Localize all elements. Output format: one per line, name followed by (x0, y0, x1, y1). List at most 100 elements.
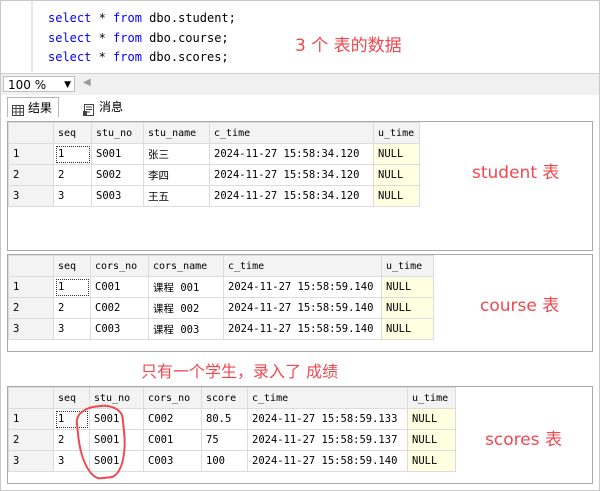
table-cell[interactable]: 75 (201, 429, 248, 451)
table-cell[interactable]: 课程 002 (148, 297, 224, 319)
message-icon (83, 102, 95, 116)
table-cell[interactable]: 王五 (143, 185, 210, 207)
table-cell[interactable]: 课程 003 (148, 318, 224, 340)
header-cell[interactable]: cors_no (90, 255, 149, 277)
table-cell[interactable]: 1 (53, 143, 92, 165)
header-cell[interactable]: seq (53, 387, 90, 409)
header-cell[interactable]: c_time (247, 387, 408, 409)
code-line-1[interactable]: select * from dbo.student; (48, 9, 236, 27)
sql-editor[interactable]: select * from dbo.student; select * from… (1, 1, 599, 72)
header-row: seq stu_no stu_name c_time u_time (8, 122, 420, 144)
header-cell[interactable]: cors_name (148, 255, 224, 277)
tab-results-label: 结果 (28, 100, 53, 115)
editor-gutter (31, 1, 33, 72)
table-row[interactable]: 2 2 C002 课程 002 2024-11-27 15:58:59.140 … (8, 297, 434, 319)
table-row[interactable]: 1 1 S001 张三 2024-11-27 15:58:34.120 NULL (8, 143, 420, 165)
header-cell[interactable] (8, 255, 54, 277)
header-cell[interactable]: score (201, 387, 248, 409)
header-cell[interactable]: u_time (407, 387, 456, 409)
tab-results[interactable]: 结果 (7, 97, 60, 117)
table-cell[interactable]: 3 (53, 185, 92, 207)
table-cell[interactable]: NULL (373, 185, 420, 207)
table-cell[interactable]: 李四 (143, 164, 210, 186)
keyword-select: select (48, 11, 92, 25)
table-row[interactable]: 3 3 C003 课程 003 2024-11-27 15:58:59.140 … (8, 318, 434, 340)
table-row[interactable]: 2 2 S002 李四 2024-11-27 15:58:34.120 NULL (8, 164, 420, 186)
course-grid[interactable]: seq cors_no cors_name c_time u_time 1 1 … (7, 254, 593, 352)
table-cell[interactable]: NULL (381, 318, 434, 340)
table-row[interactable]: 3 3 S003 王五 2024-11-27 15:58:34.120 NULL (8, 185, 420, 207)
table-cell[interactable]: 张三 (143, 143, 210, 165)
header-cell[interactable]: c_time (209, 122, 374, 144)
table-cell[interactable]: C002 (90, 297, 149, 319)
table-cell[interactable]: S001 (91, 143, 144, 165)
table-cell[interactable]: 100 (201, 450, 248, 472)
header-cell[interactable]: c_time (223, 255, 382, 277)
header-cell[interactable]: stu_name (143, 122, 210, 144)
table-cell[interactable]: 2024-11-27 15:58:59.137 (247, 429, 408, 451)
row-number[interactable]: 1 (8, 408, 54, 430)
header-cell[interactable] (8, 387, 54, 409)
table-cell[interactable]: C001 (90, 276, 149, 298)
code-text: * (91, 50, 114, 64)
annotation-student-table: student 表 (472, 163, 560, 183)
row-number[interactable]: 1 (8, 276, 54, 298)
table-cell[interactable]: C003 (90, 318, 149, 340)
table-cell[interactable]: 2 (53, 164, 92, 186)
header-cell[interactable]: u_time (381, 255, 434, 277)
table-row[interactable]: 3 3 S001 C003 100 2024-11-27 15:58:59.14… (8, 450, 456, 472)
header-cell[interactable]: seq (53, 122, 92, 144)
course-table: seq cors_no cors_name c_time u_time 1 1 … (8, 255, 434, 340)
table-cell[interactable]: 2024-11-27 15:58:59.140 (247, 450, 408, 472)
tab-messages[interactable]: 消息 (79, 97, 129, 117)
table-cell[interactable]: 3 (53, 318, 91, 340)
code-line-2[interactable]: select * from dbo.course; (48, 29, 229, 47)
table-cell[interactable]: 1 (53, 276, 91, 298)
header-cell[interactable]: seq (53, 255, 91, 277)
table-cell[interactable]: NULL (407, 408, 456, 430)
row-number[interactable]: 2 (8, 164, 54, 186)
table-cell[interactable]: NULL (381, 297, 434, 319)
row-number[interactable]: 1 (8, 143, 54, 165)
row-number[interactable]: 3 (8, 185, 54, 207)
zoom-value: 100 % (8, 78, 47, 92)
student-grid[interactable]: seq stu_no stu_name c_time u_time 1 1 S0… (7, 121, 593, 251)
table-cell[interactable]: 2024-11-27 15:58:59.140 (223, 318, 382, 340)
header-cell[interactable]: u_time (373, 122, 420, 144)
table-cell[interactable]: C002 (143, 408, 202, 430)
code-line-3[interactable]: select * from dbo.scores; (48, 48, 229, 66)
header-cell[interactable]: cors_no (143, 387, 202, 409)
table-cell[interactable]: 2024-11-27 15:58:59.140 (223, 297, 382, 319)
header-cell[interactable]: stu_no (91, 122, 144, 144)
table-cell[interactable]: 2024-11-27 15:58:34.120 (209, 143, 374, 165)
table-cell[interactable]: S003 (91, 185, 144, 207)
code-text: * (91, 31, 114, 45)
row-number[interactable]: 3 (8, 450, 54, 472)
table-cell[interactable]: NULL (373, 143, 420, 165)
table-cell[interactable]: 2024-11-27 15:58:59.140 (223, 276, 382, 298)
scores-table: seq stu_no cors_no score c_time u_time 1… (8, 387, 456, 472)
scroll-left-icon[interactable]: ◀ (83, 77, 91, 88)
table-cell[interactable]: 2024-11-27 15:58:59.133 (247, 408, 408, 430)
table-row[interactable]: 2 2 S001 C001 75 2024-11-27 15:58:59.137… (8, 429, 456, 451)
table-cell[interactable]: NULL (381, 276, 434, 298)
row-number[interactable]: 2 (8, 297, 54, 319)
table-cell[interactable]: NULL (407, 450, 456, 472)
table-cell[interactable]: S002 (91, 164, 144, 186)
table-cell[interactable]: NULL (407, 429, 456, 451)
table-cell[interactable]: 80.5 (201, 408, 248, 430)
table-cell[interactable]: 2024-11-27 15:58:34.120 (209, 164, 374, 186)
table-cell[interactable]: NULL (373, 164, 420, 186)
table-row[interactable]: 1 1 C001 课程 001 2024-11-27 15:58:59.140 … (8, 276, 434, 298)
row-number[interactable]: 3 (8, 318, 54, 340)
row-number[interactable]: 2 (8, 429, 54, 451)
tab-messages-label: 消息 (99, 100, 124, 114)
table-cell[interactable]: C003 (143, 450, 202, 472)
table-cell[interactable]: C001 (143, 429, 202, 451)
zoom-bar: 100 % ▼ ◀ (1, 73, 599, 96)
header-cell[interactable] (8, 122, 54, 144)
table-cell[interactable]: 2024-11-27 15:58:34.120 (209, 185, 374, 207)
table-cell[interactable]: 课程 001 (148, 276, 224, 298)
table-cell[interactable]: 2 (53, 297, 91, 319)
zoom-select[interactable]: 100 % ▼ (3, 76, 75, 92)
